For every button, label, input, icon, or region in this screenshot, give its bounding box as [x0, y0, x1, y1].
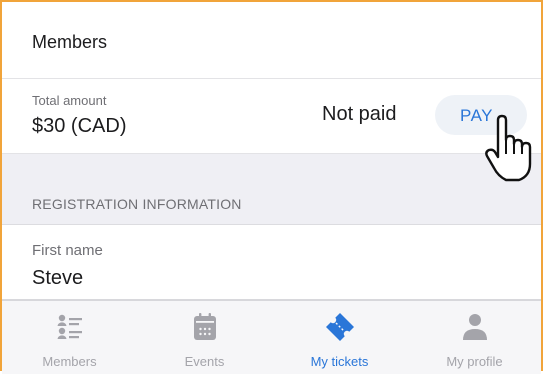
app-frame: Members Total amount $30 (CAD) Not paid …	[0, 0, 543, 374]
members-list-icon	[57, 314, 82, 339]
registration-section-header: REGISTRATION INFORMATION	[2, 154, 541, 225]
total-amount-value: $30 (CAD)	[32, 115, 127, 137]
tab-label: Members	[42, 354, 97, 369]
total-amount-row: Total amount $30 (CAD) Not paid PAY	[2, 79, 541, 154]
first-name-field[interactable]: First name Steve	[2, 225, 541, 300]
calendar-icon	[193, 313, 216, 340]
hand-pointer-icon	[485, 114, 532, 182]
payment-status: Not paid	[322, 103, 397, 125]
tab-my-tickets[interactable]: My tickets	[272, 301, 407, 374]
members-section-header[interactable]: Members	[2, 2, 541, 79]
profile-icon	[462, 314, 487, 340]
bottom-tab-bar: Members Events My tickets My profile	[2, 300, 541, 374]
total-amount-caption: Total amount	[32, 93, 107, 108]
tab-label: My tickets	[310, 354, 369, 369]
tab-label: My profile	[446, 354, 503, 369]
ticket-icon	[325, 313, 354, 341]
tab-label: Events	[184, 354, 225, 369]
first-name-label: First name	[32, 242, 103, 259]
registration-section-title: REGISTRATION INFORMATION	[32, 196, 242, 212]
first-name-value: Steve	[32, 267, 84, 289]
tab-members[interactable]: Members	[2, 301, 137, 374]
tab-my-profile[interactable]: My profile	[407, 301, 542, 374]
tab-events[interactable]: Events	[137, 301, 272, 374]
members-section-title: Members	[32, 32, 108, 52]
